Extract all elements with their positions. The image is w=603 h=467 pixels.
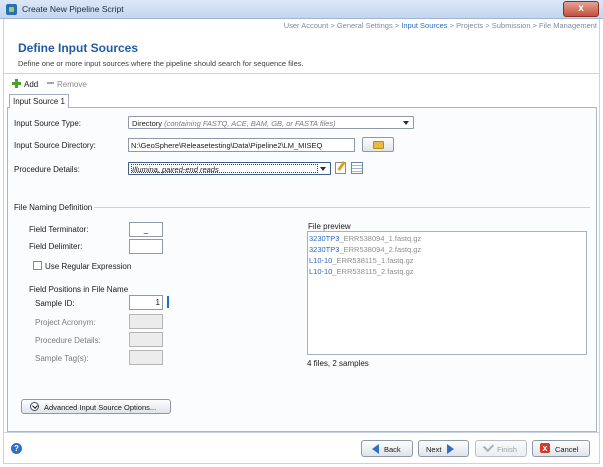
procedure-details-label: Procedure Details: (14, 165, 80, 174)
field-delimiter-label: Field Delimiter: (29, 242, 83, 251)
input-source-directory-value: N:\GeoSphere\Releasetesting\Data\Pipelin… (131, 141, 323, 150)
use-regex-label: Use Regular Expression (45, 262, 132, 271)
field-delimiter-input[interactable] (129, 239, 163, 254)
list-item: L10-10_ERR538115_2.fastq.gz (309, 267, 414, 276)
cancel-icon: x (540, 443, 550, 453)
expand-icon (30, 402, 39, 411)
help-icon[interactable]: ? (11, 443, 22, 454)
sample-id-value: 1 (155, 298, 160, 307)
field-positions-label: Field Positions in File Name (29, 285, 129, 294)
sample-tags-label: Sample Tag(s): (35, 354, 89, 363)
input-source-type-label: Input Source Type: (14, 119, 82, 128)
close-icon[interactable]: x (563, 1, 599, 17)
window-title: Create New Pipeline Script (22, 4, 124, 14)
next-arrow-icon (447, 444, 454, 454)
procedure-details-position-label: Procedure Details: (35, 336, 101, 345)
next-label: Next (426, 445, 442, 454)
app-icon (6, 4, 17, 15)
file-preview-summary: 4 files, 2 samples (307, 359, 369, 368)
header-divider (4, 73, 599, 74)
back-arrow-icon (372, 444, 379, 454)
procedure-details-position-input (129, 332, 163, 347)
remove-button: Remove (57, 80, 87, 89)
input-source-type-value: Directory (containing FASTQ, ACE, BAM, G… (132, 119, 336, 128)
edit-icon[interactable] (335, 162, 346, 174)
table-icon[interactable] (351, 162, 363, 174)
project-acronym-input (129, 314, 163, 329)
file-naming-section-label: File Naming Definition (14, 203, 93, 212)
use-regex-checkbox[interactable] (33, 261, 42, 270)
sample-id-label: Sample ID: (35, 299, 75, 308)
field-terminator-value: _ (143, 225, 149, 234)
finish-label: Finish (497, 445, 518, 454)
back-label: Back (384, 445, 401, 454)
tab-input-source-1[interactable]: Input Source 1 (9, 94, 69, 108)
sample-tags-input (129, 350, 163, 365)
sample-id-color-marker (167, 296, 169, 308)
cancel-label: Cancel (555, 445, 579, 454)
breadcrumb-current: Input Sources (401, 21, 448, 30)
list-item: L10-10_ERR538115_1.fastq.gz (309, 256, 414, 265)
chevron-down-icon (320, 167, 326, 171)
plus-icon[interactable] (12, 79, 21, 88)
section-divider (94, 207, 590, 208)
list-item: 3230TP3_ERR538094_1.fastq.gz (309, 234, 422, 243)
footer-divider (4, 432, 599, 433)
list-item: 3230TP3_ERR538094_2.fastq.gz (309, 245, 422, 254)
minus-icon (47, 82, 54, 84)
project-acronym-label: Project Acronym: (35, 318, 96, 327)
page-subtitle: Define one or more input sources where t… (18, 59, 304, 68)
file-preview-label: File preview (308, 222, 351, 231)
add-button[interactable]: Add (24, 80, 38, 89)
input-source-type-hint: (containing FASTQ, ACE, BAM, GB, or FAST… (164, 119, 336, 128)
breadcrumb: User Account > General Settings > Input … (6, 21, 597, 32)
folder-icon (373, 141, 384, 149)
advanced-options-label: Advanced Input Source Options... (44, 403, 157, 412)
input-source-directory-label: Input Source Directory: (14, 141, 96, 150)
field-terminator-label: Field Terminator: (29, 225, 89, 234)
page-title: Define Input Sources (18, 41, 139, 55)
breadcrumb-before: User Account > General Settings > (283, 21, 402, 30)
procedure-details-value: Illumina, paired-end reads (132, 165, 219, 174)
breadcrumb-after: > Projects > Submission > File Managemen… (447, 21, 597, 30)
chevron-down-icon (403, 121, 409, 125)
